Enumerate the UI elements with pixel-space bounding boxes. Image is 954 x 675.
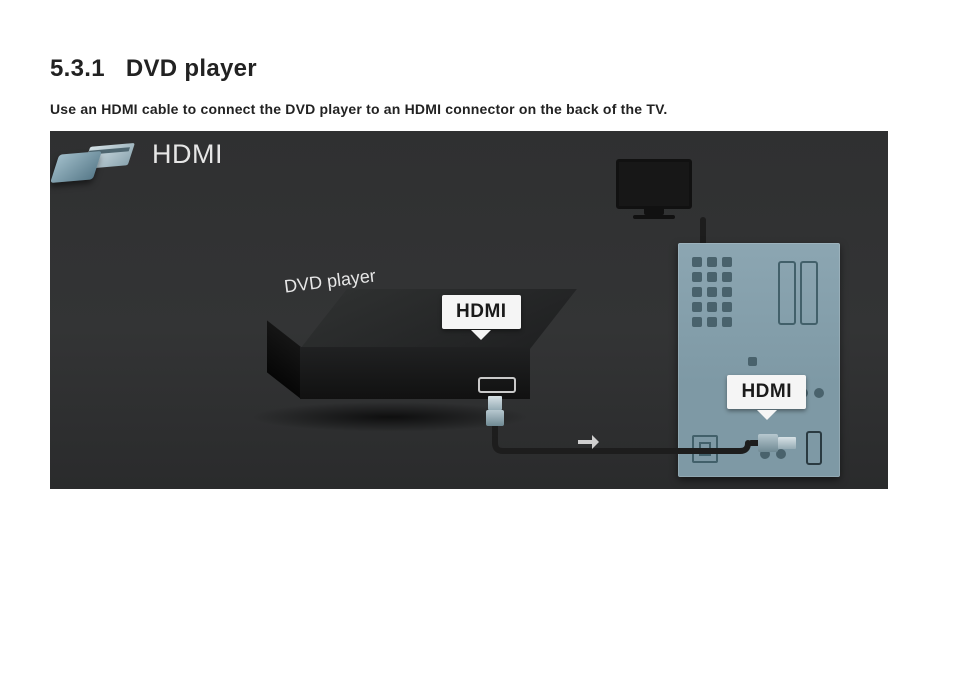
- hdmi-label-top: HDMI: [152, 139, 223, 170]
- dvd-hdmi-port: [478, 377, 516, 393]
- hdmi-callout-dvd: HDMI: [442, 295, 521, 329]
- hdmi-connector-icon: [60, 143, 142, 191]
- arrow-icon: [578, 435, 606, 449]
- tv-icon: [616, 159, 692, 223]
- hdmi-plug-dvd-side: [486, 396, 504, 436]
- panel-hdmi-port: [806, 431, 822, 465]
- connection-diagram: HDMI TV: [50, 131, 888, 489]
- hdmi-plug-tv-side: [748, 433, 798, 453]
- instruction-text: Use an HDMI cable to connect the DVD pla…: [50, 101, 904, 117]
- document-page: 5.3.1 DVD player Use an HDMI cable to co…: [0, 0, 954, 675]
- section-heading: 5.3.1 DVD player: [50, 55, 904, 83]
- section-title-text: DVD player: [126, 55, 257, 82]
- section-number: 5.3.1: [50, 55, 105, 82]
- hdmi-callout-tv: HDMI: [727, 375, 806, 409]
